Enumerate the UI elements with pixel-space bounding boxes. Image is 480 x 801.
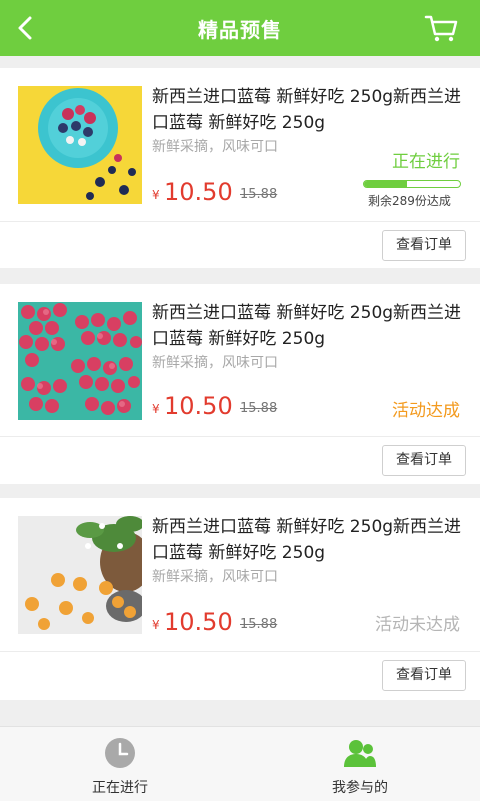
page-title: 精品预售 xyxy=(198,18,282,42)
users-icon xyxy=(344,740,376,767)
product-name[interactable]: 新西兰进口蓝莓 新鲜好吃 250g新西兰进口蓝莓 新鲜好吃 250g xyxy=(152,514,467,566)
clock-icon xyxy=(105,738,135,768)
product-subtitle: 新鲜采摘，风味可口 xyxy=(152,569,278,585)
original-price: 15.88 xyxy=(240,617,278,632)
currency-symbol: ¥ xyxy=(152,188,160,202)
currency-symbol: ¥ xyxy=(152,618,160,632)
tab-in-progress[interactable]: 正在进行 xyxy=(0,727,240,801)
view-order-button[interactable]: 查看订单 xyxy=(382,660,466,691)
product-subtitle: 新鲜采摘，风味可口 xyxy=(152,355,278,371)
status-completed: 活动达成 xyxy=(392,401,460,421)
product-card: 新西兰进口蓝莓 新鲜好吃 250g新西兰进口蓝莓 新鲜好吃 250g 新鲜采摘，… xyxy=(0,68,480,268)
remaining-text: 剩余289份达成 xyxy=(368,194,451,208)
view-order-button[interactable]: 查看订单 xyxy=(382,445,466,476)
original-price: 15.88 xyxy=(240,187,278,202)
product-price: 10.50 xyxy=(164,608,233,636)
product-subtitle: 新鲜采摘，风味可口 xyxy=(152,139,278,155)
product-image[interactable] xyxy=(18,302,142,420)
divider xyxy=(0,651,480,652)
product-name[interactable]: 新西兰进口蓝莓 新鲜好吃 250g新西兰进口蓝莓 新鲜好吃 250g xyxy=(152,300,467,352)
currency-symbol: ¥ xyxy=(152,402,160,416)
divider xyxy=(0,221,480,222)
tab-my-participation[interactable]: 我参与的 xyxy=(240,727,480,801)
product-card: 新西兰进口蓝莓 新鲜好吃 250g新西兰进口蓝莓 新鲜好吃 250g 新鲜采摘，… xyxy=(0,284,480,484)
top-bar: 精品预售 xyxy=(0,0,480,56)
tab-label: 我参与的 xyxy=(332,780,388,796)
product-image[interactable] xyxy=(18,86,142,204)
product-price: 10.50 xyxy=(164,178,233,206)
status-failed: 活动未达成 xyxy=(375,615,460,635)
progress-bar xyxy=(363,180,461,188)
bottom-tab-bar: 正在进行 我参与的 xyxy=(0,726,480,801)
cart-icon[interactable] xyxy=(424,12,460,44)
original-price: 15.88 xyxy=(240,401,278,416)
view-order-button[interactable]: 查看订单 xyxy=(382,230,466,261)
tab-label: 正在进行 xyxy=(92,780,148,796)
product-image[interactable] xyxy=(18,516,142,634)
progress-fill xyxy=(364,181,408,187)
divider xyxy=(0,436,480,437)
product-card: 新西兰进口蓝莓 新鲜好吃 250g新西兰进口蓝莓 新鲜好吃 250g 新鲜采摘，… xyxy=(0,498,480,700)
status-running: 正在进行 xyxy=(392,152,460,172)
product-price: 10.50 xyxy=(164,392,233,420)
product-name[interactable]: 新西兰进口蓝莓 新鲜好吃 250g新西兰进口蓝莓 新鲜好吃 250g xyxy=(152,84,467,136)
